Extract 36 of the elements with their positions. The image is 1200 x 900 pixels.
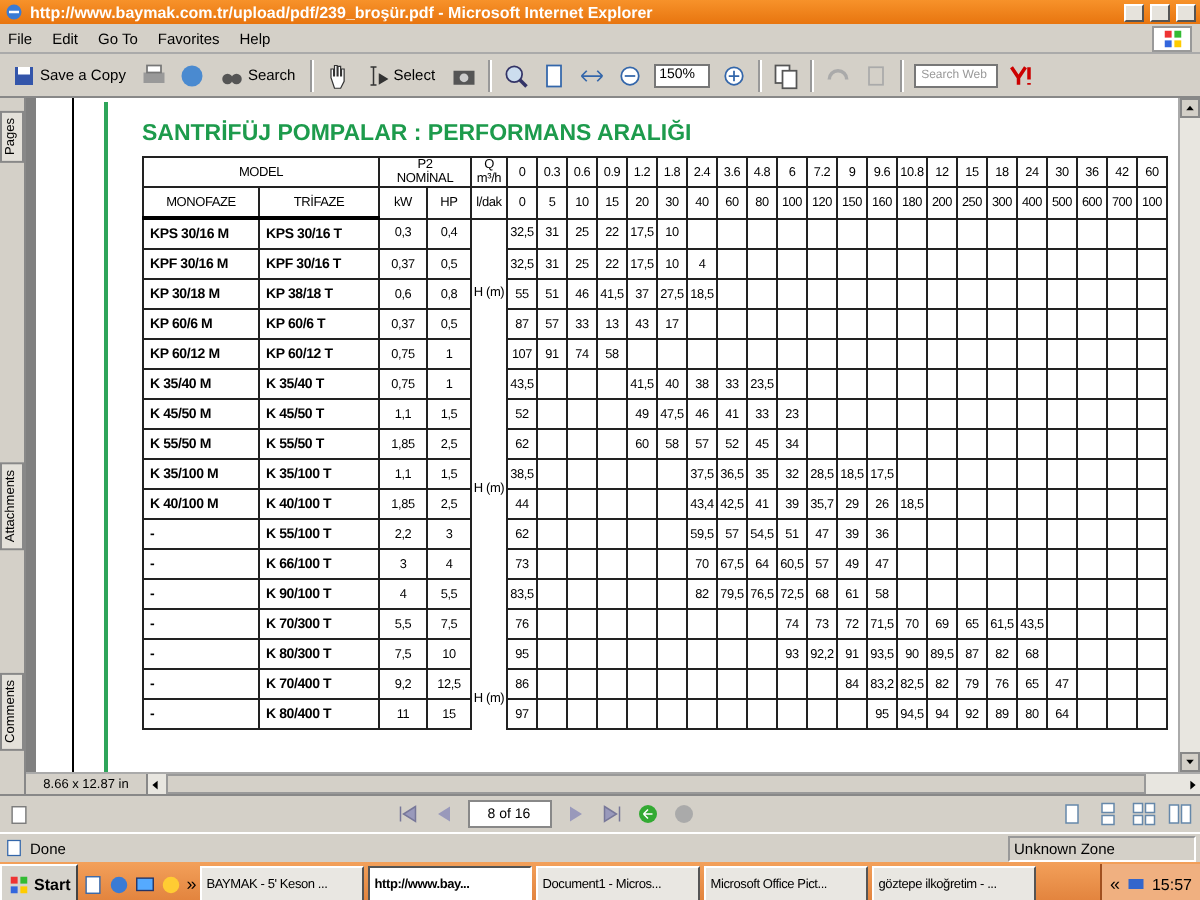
- back-icon[interactable]: [635, 802, 659, 826]
- page-done-icon: [4, 838, 24, 858]
- arrow-up-icon: [1184, 102, 1196, 114]
- windows-flag-icon: [8, 873, 30, 895]
- quick-launch-icon[interactable]: [82, 873, 105, 895]
- page-title: SANTRİFÜJ POMPALAR : PERFORMANS ARALIĞI: [142, 122, 694, 146]
- scroll-down-button[interactable]: [1180, 752, 1200, 772]
- window-title: http://www.baymak.com.tr/upload/pdf/239_broşür.pdf - Microsoft Internet Explorer: [30, 3, 655, 21]
- clock: 15:57: [1151, 875, 1192, 893]
- close-button[interactable]: [1176, 3, 1196, 21]
- facing-icon[interactable]: [1132, 802, 1156, 826]
- desktop-icon[interactable]: [134, 873, 157, 895]
- flag-icon: [1161, 27, 1183, 49]
- pages-icon[interactable]: [771, 61, 800, 89]
- zoom-in-icon[interactable]: [501, 61, 530, 89]
- document-icon[interactable]: [8, 803, 30, 825]
- continuous-icon[interactable]: [1096, 802, 1120, 826]
- two-page-icon[interactable]: [1168, 802, 1192, 826]
- arrow-left-icon[interactable]: [148, 777, 162, 791]
- tray-expand-button[interactable]: «: [1109, 874, 1120, 894]
- more-button[interactable]: »: [186, 874, 197, 894]
- text-cursor-icon: [365, 63, 390, 87]
- scroll-up-button[interactable]: [1180, 98, 1200, 118]
- globe-icon: [4, 2, 24, 22]
- single-page-icon[interactable]: [1060, 802, 1084, 826]
- first-page-icon[interactable]: [395, 802, 419, 826]
- start-button[interactable]: Start: [0, 864, 79, 900]
- zoom-out-icon[interactable]: [615, 61, 644, 89]
- last-page-icon[interactable]: [599, 802, 623, 826]
- minimize-button[interactable]: [1124, 3, 1144, 21]
- printer-icon[interactable]: [139, 61, 168, 89]
- zoom-in-icon[interactable]: [719, 61, 748, 89]
- arrow-right-icon[interactable]: [1186, 777, 1200, 791]
- yahoo-logo-icon[interactable]: [1007, 61, 1036, 89]
- arrow-down-icon: [1184, 756, 1196, 768]
- maximize-button[interactable]: [1150, 3, 1170, 21]
